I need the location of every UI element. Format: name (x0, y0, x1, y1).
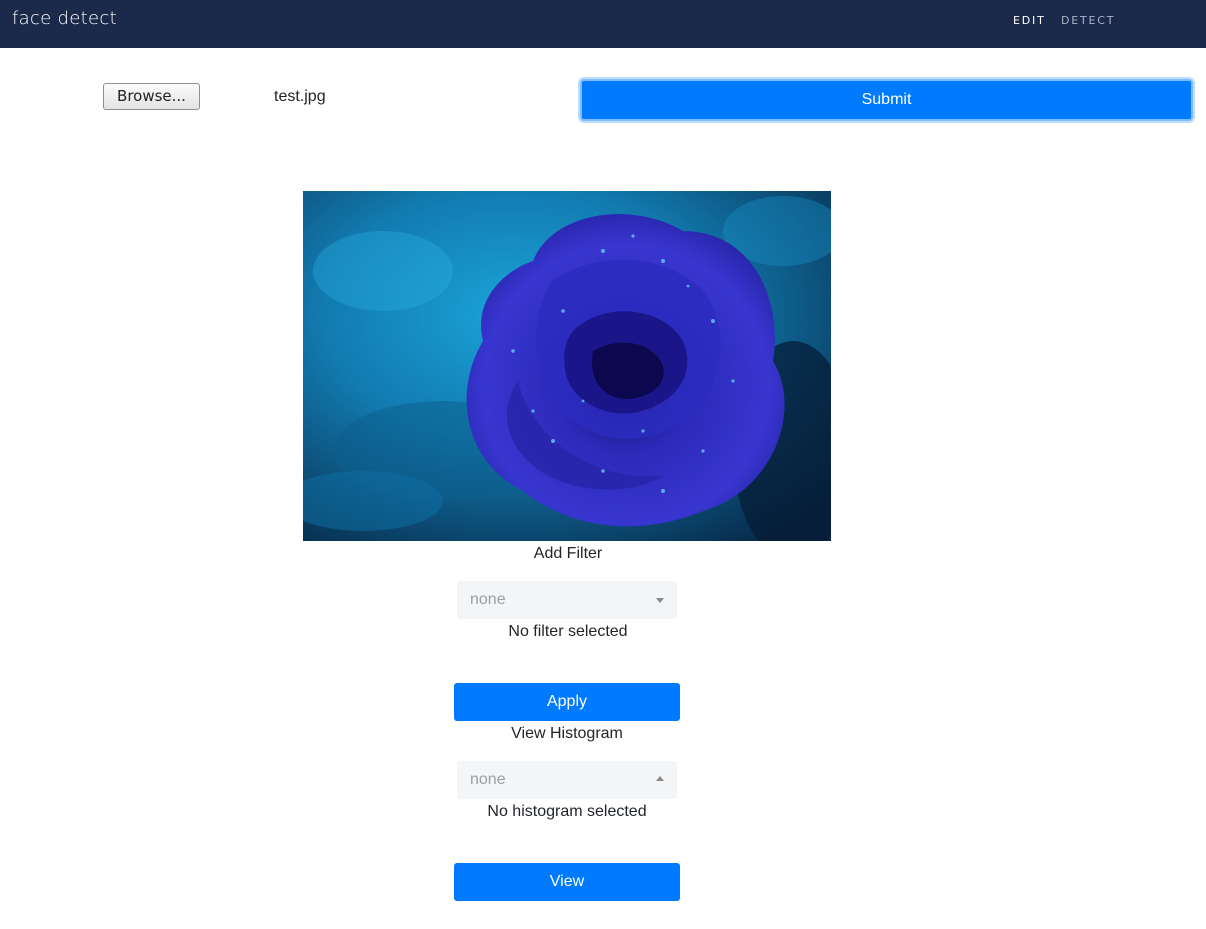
submit-button[interactable]: Submit (580, 79, 1193, 121)
histogram-status: No histogram selected (487, 803, 647, 820)
filter-status: No filter selected (508, 623, 628, 640)
blue-rose-image (303, 191, 831, 541)
chevron-up-icon (656, 776, 664, 781)
filter-select[interactable]: none (457, 581, 677, 619)
apply-button[interactable]: Apply (454, 683, 680, 721)
browse-button[interactable]: Browse... (103, 83, 200, 110)
selected-file-name: test.jpg (274, 88, 326, 105)
app-brand[interactable]: face detect (12, 8, 117, 29)
view-histogram-heading: View Histogram (511, 725, 623, 742)
chevron-down-icon (656, 598, 664, 603)
filter-select-value: none (470, 591, 506, 608)
nav-link-edit[interactable]: EDIT (1013, 14, 1046, 27)
histogram-select-value: none (470, 771, 506, 788)
add-filter-heading: Add Filter (533, 545, 603, 562)
histogram-select[interactable]: none (457, 761, 677, 799)
top-navbar: face detect EDIT DETECT (0, 0, 1206, 48)
nav-link-detect[interactable]: DETECT (1061, 14, 1115, 27)
image-preview (303, 191, 831, 541)
view-button[interactable]: View (454, 863, 680, 901)
